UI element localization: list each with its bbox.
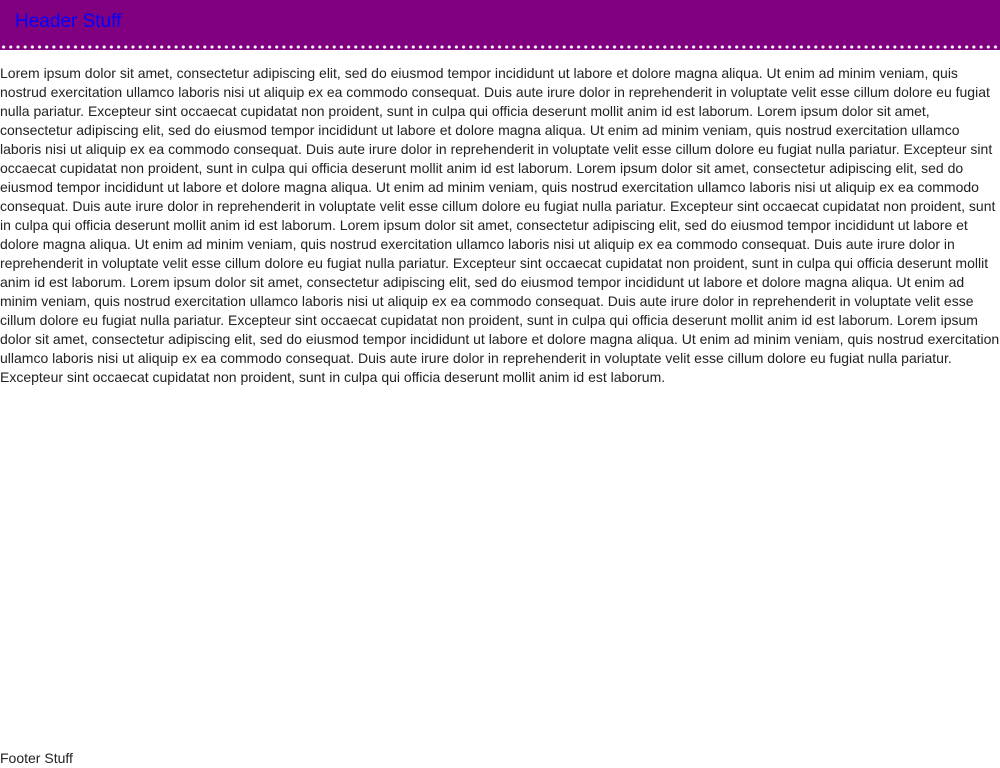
body-paragraph: Lorem ipsum dolor sit amet, consectetur … — [0, 65, 1000, 385]
header-dotted-border — [0, 44, 1000, 50]
page-footer: Footer Stuff — [0, 750, 73, 766]
header-title: Header Stuff — [15, 11, 122, 32]
page-header: Header Stuff — [0, 0, 1000, 44]
